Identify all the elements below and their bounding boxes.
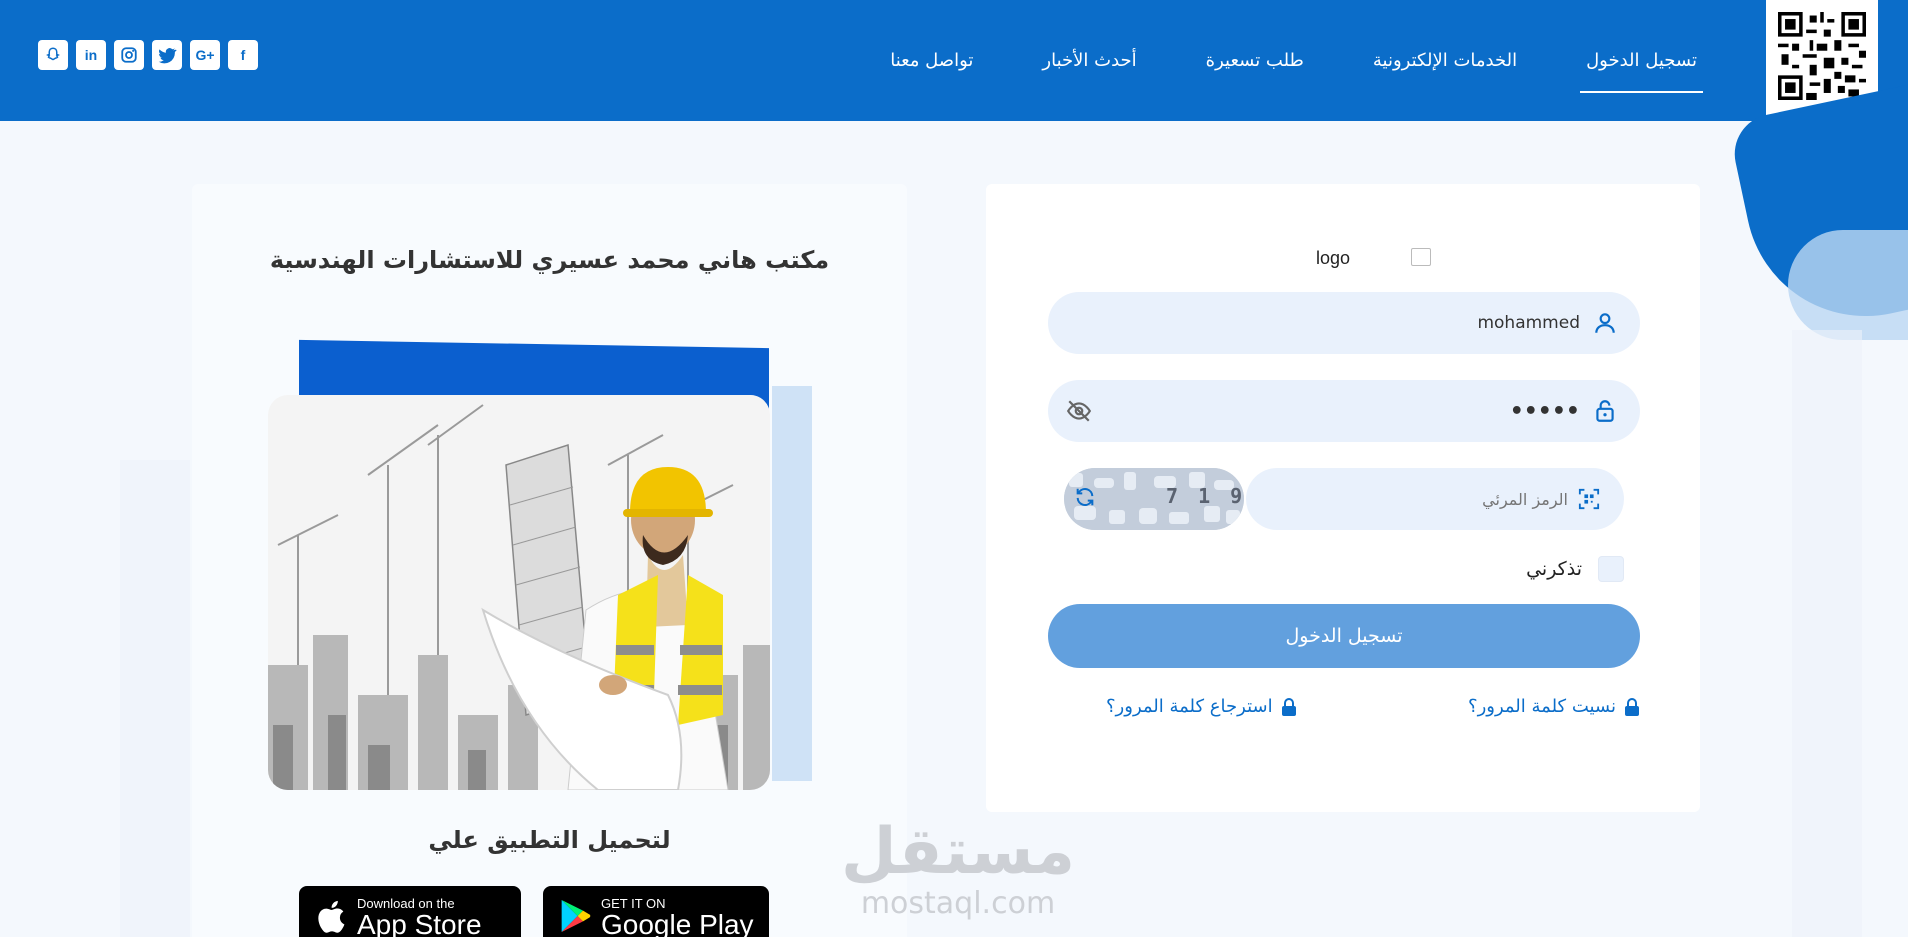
recover-password-link[interactable]: استرجاع كلمة المرور؟ xyxy=(1106,696,1297,717)
username-input[interactable] xyxy=(1048,313,1640,333)
login-button[interactable]: تسجيل الدخول xyxy=(1048,604,1640,668)
forgot-password-label: نسيت كلمة المرور؟ xyxy=(1468,696,1616,717)
remember-me-checkbox[interactable] xyxy=(1598,556,1624,582)
nav-contact-us[interactable]: تواصل معنا xyxy=(884,40,979,81)
decorative-shape-light xyxy=(1788,230,1908,340)
photo-backdrop-light xyxy=(772,386,812,781)
user-icon xyxy=(1595,313,1615,333)
recover-password-label: استرجاع كلمة المرور؟ xyxy=(1106,696,1273,717)
qr-code-image xyxy=(1778,12,1866,100)
username-field xyxy=(1048,292,1640,354)
facebook-icon[interactable]: f xyxy=(228,40,258,70)
app-store-button[interactable]: Download on the App Store xyxy=(299,886,521,937)
mostaql-watermark: مستقل mostaql.com xyxy=(838,820,1078,921)
remember-me-label: تذكرني xyxy=(1526,558,1582,580)
logo-alt-text: logo xyxy=(1316,248,1351,268)
toggle-password-visibility-icon[interactable] xyxy=(1066,398,1092,424)
google-play-big: Google Play xyxy=(601,909,754,937)
engineer-illustration xyxy=(268,395,770,790)
watermark-english: mostaql.com xyxy=(860,886,1056,921)
captcha-field xyxy=(1246,468,1624,530)
background-panel-right xyxy=(1792,330,1862,937)
background-panel-left xyxy=(120,460,190,937)
company-name: مكتب هاني محمد عسيري للاستشارات الهندسية xyxy=(269,246,830,274)
google-play-button[interactable]: GET IT ON Google Play xyxy=(543,886,769,937)
lock-small-icon xyxy=(1625,697,1639,716)
apple-icon xyxy=(315,898,347,937)
qr-scan-icon xyxy=(1578,488,1600,510)
download-app-title: لتحميل التطبيق علي xyxy=(428,826,671,854)
refresh-captcha-icon[interactable] xyxy=(1074,486,1096,508)
twitter-icon[interactable] xyxy=(152,40,182,70)
password-field xyxy=(1048,380,1640,442)
watermark-arabic: مستقل xyxy=(840,815,1076,889)
nav-e-services[interactable]: الخدمات الإلكترونية xyxy=(1367,40,1523,81)
lock-icon xyxy=(1596,400,1614,422)
snapchat-icon[interactable] xyxy=(38,40,68,70)
google-play-icon xyxy=(559,898,591,937)
captcha-input[interactable] xyxy=(1246,468,1624,530)
company-info-panel: مكتب هاني محمد عسيري للاستشارات الهندسية xyxy=(192,184,907,937)
top-navbar: تسجيل الدخول الخدمات الإلكترونية طلب تسع… xyxy=(0,0,1908,121)
main-nav: تسجيل الدخول الخدمات الإلكترونية طلب تسع… xyxy=(884,0,1703,121)
logo-image-placeholder xyxy=(1411,248,1431,266)
app-store-big: App Store xyxy=(357,909,482,937)
remember-me: تذكرني xyxy=(1526,556,1624,582)
nav-latest-news[interactable]: أحدث الأخبار xyxy=(1036,40,1142,81)
login-panel: logo 7 1 9 3 تذكرني تسجيل xyxy=(986,184,1700,812)
engineer-photo xyxy=(268,395,770,790)
nav-quote-request[interactable]: طلب تسعيرة xyxy=(1200,40,1310,81)
nav-login[interactable]: تسجيل الدخول xyxy=(1580,40,1703,93)
social-links: in G+ f xyxy=(38,40,258,70)
linkedin-icon[interactable]: in xyxy=(76,40,106,70)
password-input[interactable] xyxy=(1048,398,1640,424)
google-plus-icon[interactable]: G+ xyxy=(190,40,220,70)
forgot-password-link[interactable]: نسيت كلمة المرور؟ xyxy=(1468,696,1640,717)
instagram-icon[interactable] xyxy=(114,40,144,70)
lock-small-icon xyxy=(1281,697,1296,716)
